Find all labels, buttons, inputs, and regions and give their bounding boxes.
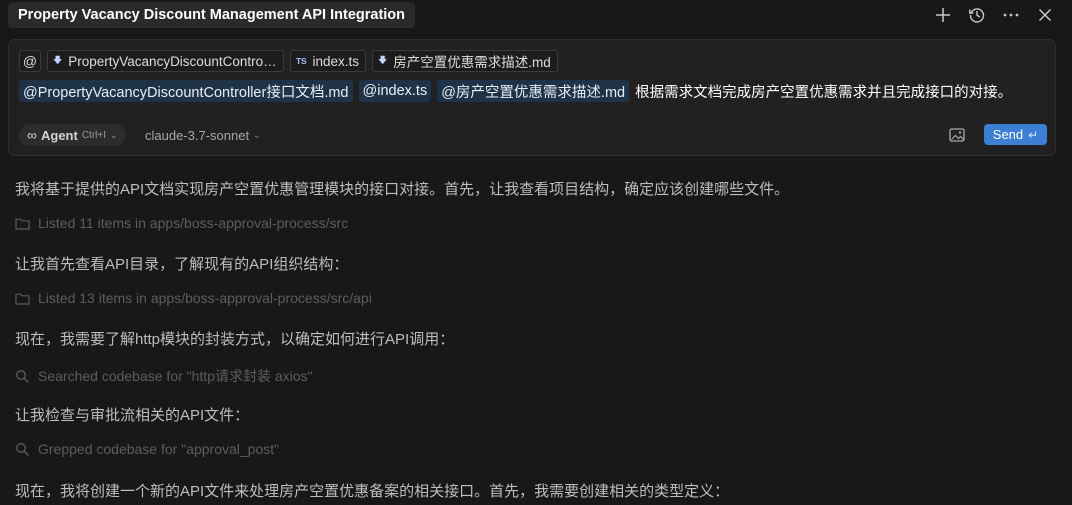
send-button[interactable]: Send ↵ [984,124,1047,145]
composer-controls: ∞ Agent Ctrl+I ⌄ claude-3.7-sonnet ⌄ Sen… [19,124,1047,146]
close-icon[interactable] [1034,4,1056,26]
folder-icon [15,218,30,230]
image-icon[interactable] [948,126,966,144]
tool-call[interactable]: Listed 13 items in apps/boss-approval-pr… [15,290,372,306]
context-file-chip[interactable]: 🡇 房产空置优惠需求描述.md [372,50,558,72]
model-selector[interactable]: claude-3.7-sonnet ⌄ [145,124,261,146]
markdown-icon: 🡇 [378,55,388,65]
assistant-message: 让我首先查看API目录，了解现有的API组织结构： [15,256,349,273]
prompt-text: 根据需求文档完成房产空置优惠需求并且完成接口的对接。 [635,84,1013,101]
tool-call-text: Listed 11 items in apps/boss-approval-pr… [38,215,349,231]
mention-tag[interactable]: @PropertyVacancyDiscountController接口文档.m… [19,80,353,102]
model-label: claude-3.7-sonnet [145,127,250,143]
context-file-chip[interactable]: TS index.ts [290,50,366,72]
infinity-icon: ∞ [27,127,37,143]
context-file-label: PropertyVacancyDiscountControl... [68,53,277,69]
add-context-button[interactable]: @ [19,50,41,72]
send-label: Send [992,127,1024,142]
typescript-icon: TS [296,56,307,66]
search-icon [15,369,30,383]
folder-icon [15,293,30,305]
context-file-label: index.ts [312,53,359,69]
chat-title: Property Vacancy Discount Management API… [18,7,406,23]
tool-call-text: Searched codebase for "http请求封装 axios" [38,368,313,384]
assistant-message: 现在，我需要了解http模块的封装方式，以确定如何进行API调用： [15,331,455,348]
context-file-chip[interactable]: 🡇 PropertyVacancyDiscountControl... [47,50,284,72]
chat-title-tab[interactable]: Property Vacancy Discount Management API… [8,2,416,28]
enter-icon: ↵ [1028,127,1039,142]
assistant-message: 现在，我将创建一个新的API文件来处理房产空置优惠备案的相关接口。首先，我需要创… [15,483,730,500]
mode-selector[interactable]: ∞ Agent Ctrl+I ⌄ [19,124,126,146]
plus-icon[interactable] [932,4,954,26]
history-icon[interactable] [966,4,988,26]
mode-shortcut: Ctrl+I [81,129,106,141]
prompt-input[interactable]: @PropertyVacancyDiscountController接口文档.m… [19,80,1012,102]
title-actions [932,4,1056,26]
search-icon [15,442,30,456]
tool-call[interactable]: Searched codebase for "http请求封装 axios" [15,366,313,386]
chevron-down-icon: ⌄ [253,129,261,140]
context-chips: @ 🡇 PropertyVacancyDiscountControl... TS… [19,50,558,72]
mode-label: Agent [40,127,78,143]
tool-call[interactable]: Grepped codebase for "approval_post" [15,441,279,457]
composer: @ 🡇 PropertyVacancyDiscountControl... TS… [8,39,1056,156]
markdown-icon: 🡇 [53,55,63,65]
mention-tag[interactable]: @index.ts [358,80,432,102]
title-bar: Property Vacancy Discount Management API… [0,0,1072,30]
assistant-message: 让我检查与审批流相关的API文件： [15,407,250,424]
tool-call[interactable]: Listed 11 items in apps/boss-approval-pr… [15,215,348,231]
assistant-message: 我将基于提供的API文档实现房产空置优惠管理模块的接口对接。首先，让我查看项目结… [15,181,790,198]
more-icon[interactable] [1000,4,1022,26]
chevron-down-icon: ⌄ [110,129,118,140]
tool-call-text: Listed 13 items in apps/boss-approval-pr… [38,290,372,306]
tool-call-text: Grepped codebase for "approval_post" [38,441,280,457]
at-symbol: @ [22,53,38,69]
mention-tag[interactable]: @房产空置优惠需求描述.md [437,80,630,102]
context-file-label: 房产空置优惠需求描述.md [393,55,551,70]
